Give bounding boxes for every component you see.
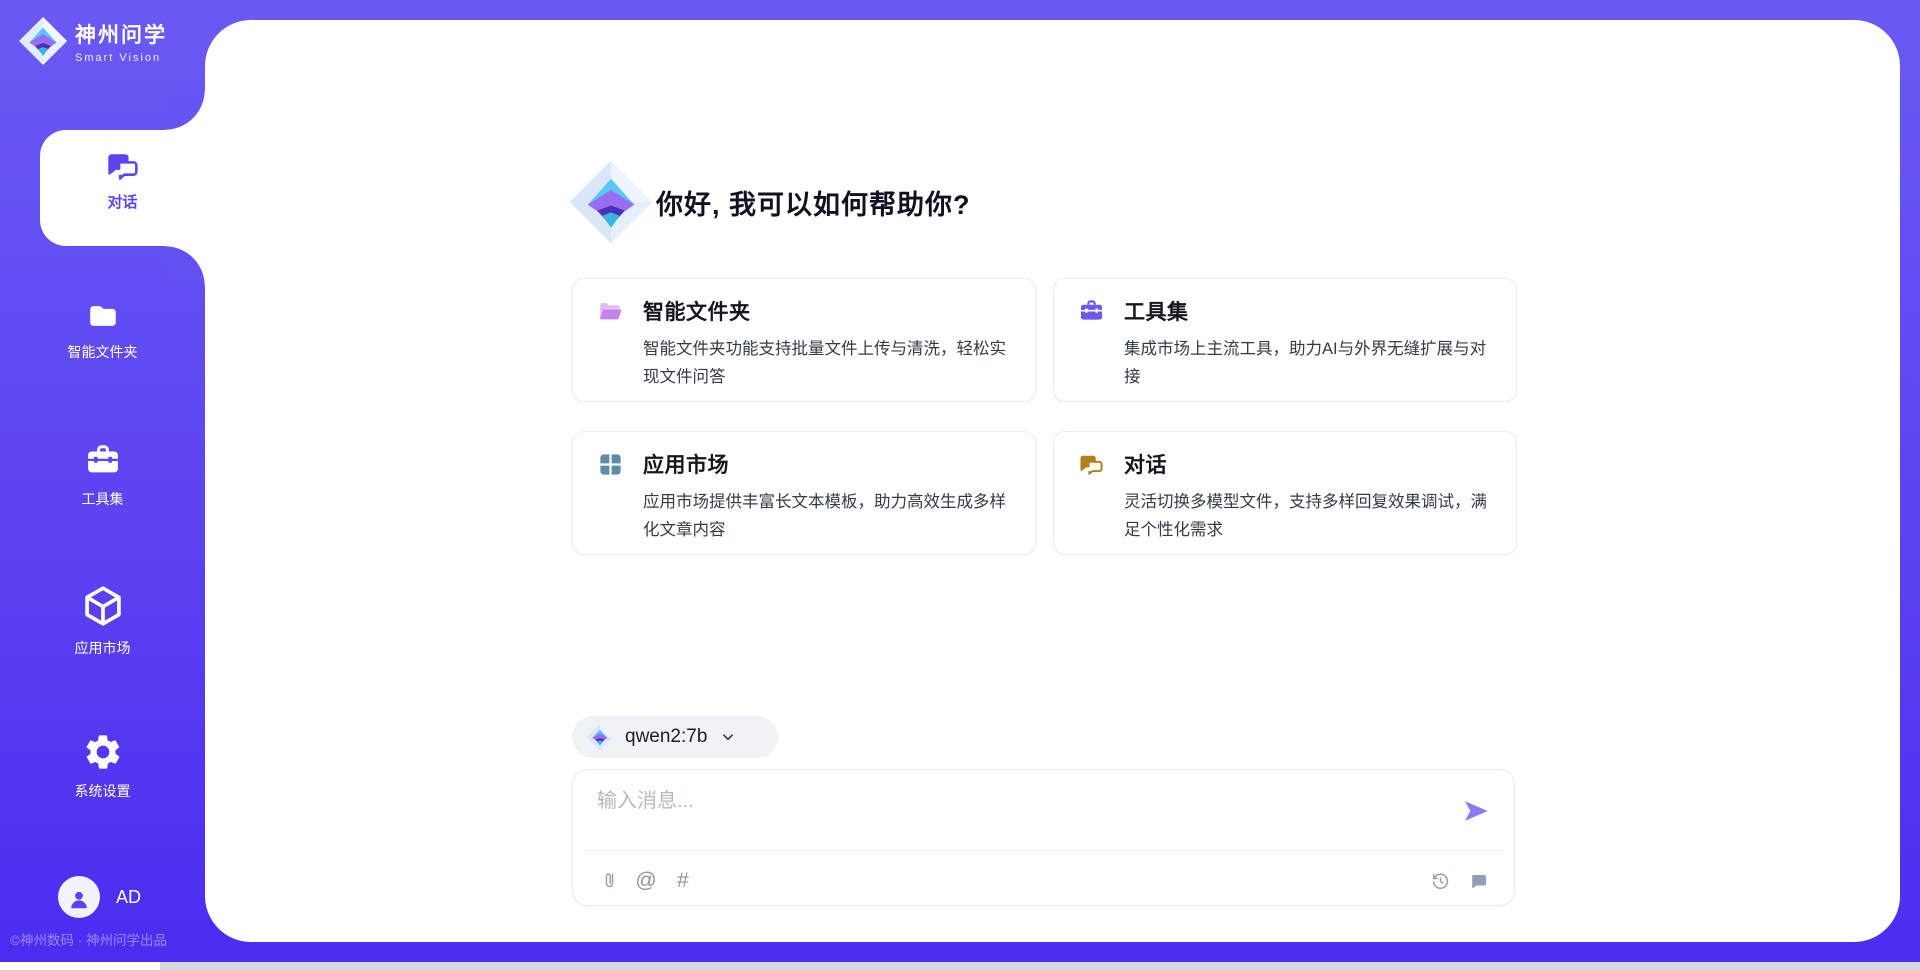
model-selector[interactable]: qwen2:7b bbox=[572, 716, 778, 758]
history-button[interactable] bbox=[1428, 869, 1452, 893]
active-tab-fillet-bottom bbox=[165, 246, 205, 286]
new-chat-button[interactable] bbox=[1466, 869, 1490, 893]
briefcase-icon bbox=[1078, 298, 1105, 325]
history-clock-icon bbox=[1430, 871, 1451, 892]
card-title: 工具集 bbox=[1124, 296, 1189, 326]
card-title: 应用市场 bbox=[643, 449, 729, 479]
message-composer: @ # bbox=[572, 769, 1515, 906]
folder-open-icon bbox=[597, 298, 624, 325]
app-logo: 神州问学 Smart Vision bbox=[18, 16, 167, 66]
sidebar-item-label: 应用市场 bbox=[0, 638, 205, 658]
message-input[interactable] bbox=[597, 784, 1444, 840]
chat-square-icon bbox=[1468, 871, 1489, 892]
card-smart-folder[interactable]: 智能文件夹 智能文件夹功能支持批量文件上传与清洗，轻松实现文件问答 bbox=[572, 278, 1036, 402]
card-description: 集成市场上主流工具，助力AI与外界无缝扩展与对接 bbox=[1124, 335, 1502, 391]
attach-file-button[interactable] bbox=[597, 869, 621, 893]
hash-icon: # bbox=[677, 869, 689, 893]
horizontal-scrollbar[interactable] bbox=[160, 962, 1920, 970]
main-panel: 你好, 我可以如何帮助你? 智能文件夹 智能文件夹功能支持批量文件上传与清洗，轻… bbox=[205, 20, 1900, 942]
copyright-text: ©神州数码 · 神州问学出品 bbox=[10, 929, 167, 949]
user-account[interactable]: AD bbox=[58, 876, 141, 918]
person-icon bbox=[66, 886, 92, 912]
chat-bubbles-icon bbox=[1078, 451, 1105, 478]
feature-cards: 智能文件夹 智能文件夹功能支持批量文件上传与清洗，轻松实现文件问答 工具集 集成… bbox=[572, 278, 1518, 555]
card-title: 对话 bbox=[1124, 449, 1167, 479]
sidebar-item-label: 工具集 bbox=[0, 489, 205, 509]
card-description: 应用市场提供丰富长文本模板，助力高效生成多样化文章内容 bbox=[643, 488, 1021, 544]
composer-toolbar: @ # bbox=[597, 866, 1490, 896]
sidebar-item-label: 智能文件夹 bbox=[0, 342, 205, 362]
send-icon bbox=[1462, 797, 1490, 825]
card-toolset[interactable]: 工具集 集成市场上主流工具，助力AI与外界无缝扩展与对接 bbox=[1053, 278, 1517, 402]
brand-subtitle: Smart Vision bbox=[75, 52, 167, 64]
card-description: 智能文件夹功能支持批量文件上传与清洗，轻松实现文件问答 bbox=[643, 335, 1021, 391]
gear-icon bbox=[83, 732, 123, 772]
assistant-diamond-icon bbox=[568, 159, 654, 245]
greeting-block: 你好, 我可以如何帮助你? bbox=[568, 159, 971, 245]
chevron-down-icon bbox=[719, 728, 737, 746]
card-title: 智能文件夹 bbox=[643, 296, 751, 326]
sidebar-item-app-market[interactable]: 应用市场 bbox=[0, 583, 205, 658]
folder-icon bbox=[86, 299, 120, 333]
card-description: 灵活切换多模型文件，支持多样回复效果调试，满足个性化需求 bbox=[1124, 488, 1502, 544]
sidebar-item-chat[interactable]: 对话 bbox=[40, 148, 205, 212]
sidebar-item-label: 系统设置 bbox=[0, 781, 205, 801]
user-initials: AD bbox=[116, 887, 141, 908]
app-grid-icon bbox=[597, 451, 624, 478]
sidebar-item-settings[interactable]: 系统设置 bbox=[0, 732, 205, 801]
cube-icon bbox=[80, 583, 126, 629]
active-tab-fillet-top bbox=[165, 90, 205, 130]
brand-diamond-icon bbox=[18, 16, 68, 66]
avatar bbox=[58, 876, 100, 918]
model-name: qwen2:7b bbox=[625, 726, 707, 748]
sidebar-item-toolset[interactable]: 工具集 bbox=[0, 442, 205, 509]
sidebar: 神州问学 Smart Vision 对话 智能文件夹 工具集 bbox=[0, 0, 205, 970]
brand-name: 神州问学 bbox=[75, 19, 167, 49]
mention-button[interactable]: @ bbox=[634, 869, 658, 893]
card-app-market[interactable]: 应用市场 应用市场提供丰富长文本模板，助力高效生成多样化文章内容 bbox=[572, 431, 1036, 555]
composer-divider bbox=[583, 850, 1504, 851]
sidebar-item-smart-folder[interactable]: 智能文件夹 bbox=[0, 299, 205, 362]
briefcase-icon bbox=[84, 442, 122, 480]
paperclip-icon bbox=[599, 871, 620, 892]
card-chat[interactable]: 对话 灵活切换多模型文件，支持多样回复效果调试，满足个性化需求 bbox=[1053, 431, 1517, 555]
model-diamond-icon bbox=[586, 723, 614, 751]
topic-button[interactable]: # bbox=[671, 869, 695, 893]
chat-bubbles-icon bbox=[105, 148, 141, 184]
at-icon: @ bbox=[635, 869, 656, 893]
greeting-text: 你好, 我可以如何帮助你? bbox=[656, 183, 971, 222]
sidebar-item-label: 对话 bbox=[40, 191, 205, 212]
send-button[interactable] bbox=[1462, 797, 1490, 825]
